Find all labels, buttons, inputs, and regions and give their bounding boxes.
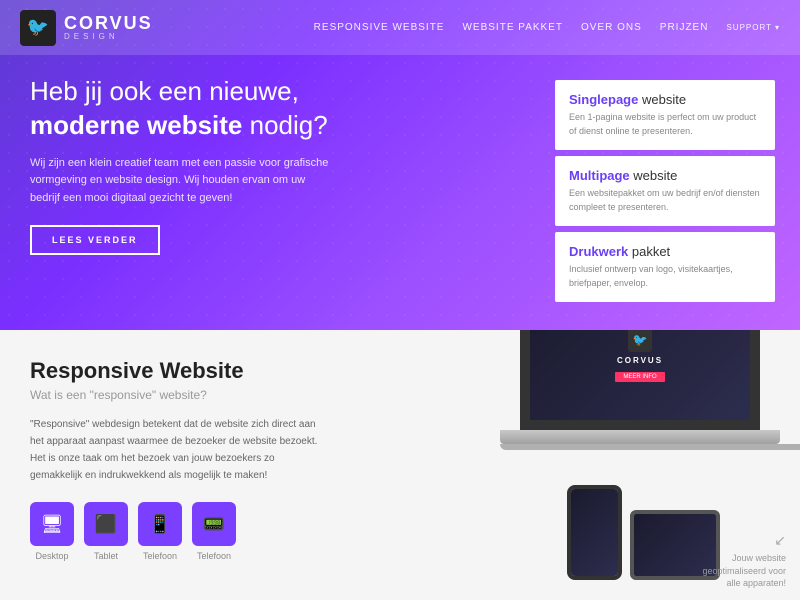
card-singlepage[interactable]: Singlepage website Een 1-pagina website … <box>555 80 775 150</box>
mockup-area: 🐦 CORVUS MEER INFO ↙ Jouw website <box>360 330 800 600</box>
desktop-icon: 🖥 <box>30 502 74 546</box>
logo-text: CorVUs DESIGN <box>64 14 153 41</box>
hero-headline: Heb jij ook een nieuwe, moderne website … <box>30 75 370 143</box>
logo-main: CorVUs <box>64 14 153 32</box>
card-singlepage-title: Singlepage website <box>569 92 761 107</box>
section-title: Responsive Website <box>30 358 330 384</box>
nav-prijzen[interactable]: PRIJZEN <box>660 22 709 33</box>
card-multipage[interactable]: Multipage website Een websitepakket om u… <box>555 156 775 226</box>
laptop-mockup: 🐦 CORVUS MEER INFO <box>500 330 800 450</box>
card-drukwerk[interactable]: Drukwerk pakket Inclusief ontwerp van lo… <box>555 232 775 302</box>
card-multipage-desc: Een websitepakket om uw bedrijf en/of di… <box>569 187 761 214</box>
logo[interactable]: 🐦 CorVUs DESIGN <box>20 10 153 46</box>
section-subtitle: Wat is een "responsive" website? <box>30 388 330 402</box>
nav-responsive[interactable]: RESPONSIVE WEBSITE <box>314 22 445 33</box>
card-drukwerk-title: Drukwerk pakket <box>569 244 761 259</box>
responsive-content: Responsive Website Wat is een "responsiv… <box>0 330 360 600</box>
tablet-label: Tablet <box>94 551 118 561</box>
laptop-screen: 🐦 CORVUS MEER INFO <box>520 330 760 430</box>
telefoon1-label: Telefoon <box>143 551 177 561</box>
laptop: 🐦 CORVUS MEER INFO <box>500 330 780 450</box>
screen-corvus-text: CORVUS <box>615 356 664 365</box>
phone-mockup <box>567 485 622 580</box>
phone-screen <box>571 489 618 576</box>
card-singlepage-desc: Een 1-pagina website is perfect om uw pr… <box>569 111 761 138</box>
section-body: "Responsive" webdesign betekent dat de w… <box>30 416 320 484</box>
desktop-label: Desktop <box>35 551 68 561</box>
card-multipage-title: Multipage website <box>569 168 761 183</box>
device-telefoon1: 📱 Telefoon <box>138 502 182 561</box>
screen-corvus: 🐦 CORVUS MEER INFO <box>615 330 664 383</box>
hero-body: Wij zijn een klein creatief team met een… <box>30 155 330 208</box>
telefoon1-icon: 📱 <box>138 502 182 546</box>
hero-cta-button[interactable]: LEES VERDER <box>30 225 160 255</box>
card-drukwerk-desc: Inclusief ontwerp van logo, visitekaartj… <box>569 263 761 290</box>
main-nav: RESPONSIVE WEBSITE WEBSITE PAKKET OVER O… <box>314 22 780 33</box>
logo-sub: DESIGN <box>64 32 153 41</box>
nav-support[interactable]: SUPPORT ▾ <box>726 23 780 32</box>
device-icons: 🖥 Desktop ⬛ Tablet 📱 Telefoon 📟 Telefoon <box>30 502 330 561</box>
screen-btn: MEER INFO <box>615 372 664 382</box>
device-telefoon2: 📟 Telefoon <box>192 502 236 561</box>
site-header: 🐦 CorVUs DESIGN RESPONSIVE WEBSITE WEBSI… <box>0 0 800 55</box>
laptop-screen-inner: 🐦 CORVUS MEER INFO <box>530 330 750 420</box>
arrow-down-icon: ↙ <box>686 531 786 551</box>
logo-icon: 🐦 <box>20 10 56 46</box>
tablet-icon: ⬛ <box>84 502 128 546</box>
screen-corvus-icon: 🐦 <box>628 330 652 352</box>
hero-content: Heb jij ook een nieuwe, moderne website … <box>30 75 370 255</box>
hero-cards: Singlepage website Een 1-pagina website … <box>555 80 775 302</box>
device-desktop: 🖥 Desktop <box>30 502 74 561</box>
responsive-section: Responsive Website Wat is een "responsiv… <box>0 330 800 600</box>
nav-over[interactable]: OVER ONS <box>581 22 642 33</box>
laptop-base <box>500 430 780 444</box>
laptop-bottom <box>500 444 800 450</box>
telefoon2-icon: 📟 <box>192 502 236 546</box>
nav-pakket[interactable]: WEBSITE PAKKET <box>462 22 563 33</box>
device-tablet: ⬛ Tablet <box>84 502 128 561</box>
mockup-caption: ↙ Jouw website geoptimaliseerd voor alle… <box>686 531 786 590</box>
telefoon2-label: Telefoon <box>197 551 231 561</box>
